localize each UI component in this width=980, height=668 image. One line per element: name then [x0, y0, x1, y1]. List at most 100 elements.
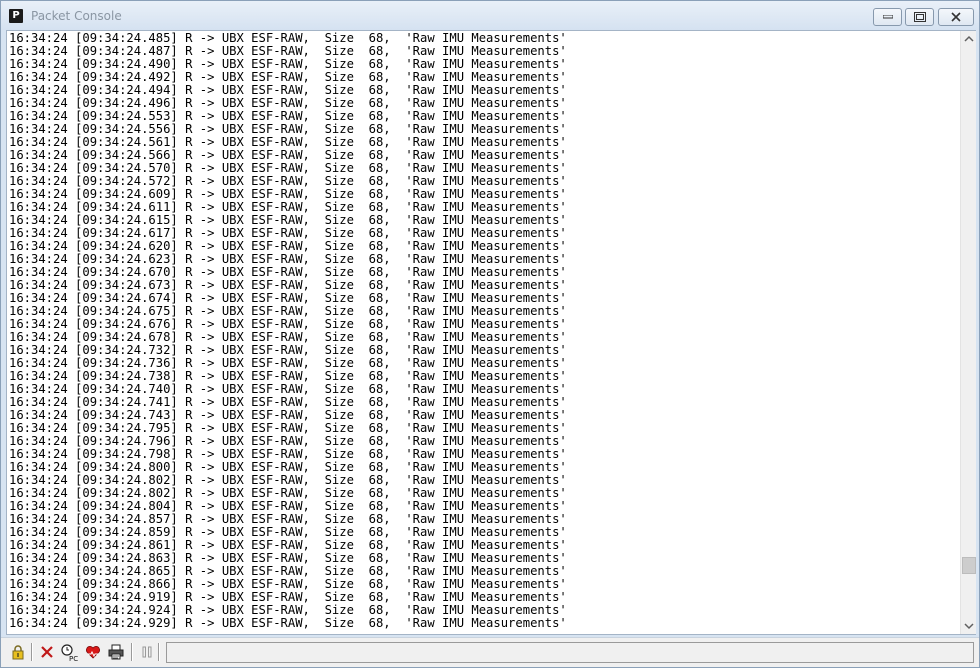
log-timestamp: [09:34:24.678]	[75, 330, 178, 344]
log-line: 16:34:24 [09:34:24.929] R -> UBX ESF-RAW…	[9, 617, 959, 630]
log-timestamp: [09:34:24.924]	[75, 603, 178, 617]
log-direction: R ->	[185, 460, 215, 474]
log-size: 68,	[368, 577, 391, 591]
log-timestamp: [09:34:24.561]	[75, 135, 178, 149]
log-direction: R ->	[185, 239, 215, 253]
pause-button[interactable]	[137, 642, 157, 662]
log-description: 'Raw IMU Measurements'	[405, 122, 567, 136]
log-size-label: Size	[324, 317, 354, 331]
log-size-label: Size	[324, 135, 354, 149]
log-direction: R ->	[185, 96, 215, 110]
log-direction: R ->	[185, 590, 215, 604]
log-description: 'Raw IMU Measurements'	[405, 577, 567, 591]
log-size: 68,	[368, 70, 391, 84]
log-size: 68,	[368, 499, 391, 513]
log-area[interactable]: 16:34:24 [09:34:24.485] R -> UBX ESF-RAW…	[6, 30, 976, 635]
log-size: 68,	[368, 174, 391, 188]
log-direction: R ->	[185, 356, 215, 370]
log-time: 16:34:24	[9, 408, 68, 422]
heart-icon	[86, 646, 100, 659]
log-size: 68,	[368, 187, 391, 201]
log-size: 68,	[368, 603, 391, 617]
close-icon	[951, 12, 961, 22]
log-size-label: Size	[324, 421, 354, 435]
log-message: UBX ESF-RAW,	[221, 122, 310, 136]
log-description: 'Raw IMU Measurements'	[405, 291, 567, 305]
title-bar[interactable]: P Packet Console	[1, 1, 979, 30]
log-size-label: Size	[324, 174, 354, 188]
log-time: 16:34:24	[9, 590, 68, 604]
pc-time-button[interactable]: PC	[59, 642, 79, 662]
log-message: UBX ESF-RAW,	[221, 265, 310, 279]
log-description: 'Raw IMU Measurements'	[405, 512, 567, 526]
log-description: 'Raw IMU Measurements'	[405, 395, 567, 409]
log-size-label: Size	[324, 187, 354, 201]
log-time: 16:34:24	[9, 44, 68, 58]
log-message: UBX ESF-RAW,	[221, 551, 310, 565]
log-message: UBX ESF-RAW,	[221, 226, 310, 240]
clear-icon	[41, 646, 53, 658]
log-description: 'Raw IMU Measurements'	[405, 187, 567, 201]
log-description: 'Raw IMU Measurements'	[405, 109, 567, 123]
log-time: 16:34:24	[9, 239, 68, 253]
log-message: UBX ESF-RAW,	[221, 590, 310, 604]
log-size: 68,	[368, 434, 391, 448]
log-direction: R ->	[185, 421, 215, 435]
toolbar-separator	[158, 643, 160, 661]
log-timestamp: [09:34:24.863]	[75, 551, 178, 565]
log-timestamp: [09:34:24.675]	[75, 304, 178, 318]
log-size-label: Size	[324, 148, 354, 162]
log-timestamp: [09:34:24.740]	[75, 382, 178, 396]
log-direction: R ->	[185, 512, 215, 526]
log-description: 'Raw IMU Measurements'	[405, 57, 567, 71]
log-direction: R ->	[185, 213, 215, 227]
scroll-up-button[interactable]	[961, 31, 977, 47]
log-size: 68,	[368, 226, 391, 240]
log-message: UBX ESF-RAW,	[221, 200, 310, 214]
maximize-button[interactable]	[905, 8, 934, 26]
log-message: UBX ESF-RAW,	[221, 304, 310, 318]
log-description: 'Raw IMU Measurements'	[405, 408, 567, 422]
log-size-label: Size	[324, 278, 354, 292]
minimize-button[interactable]	[873, 8, 902, 26]
log-direction: R ->	[185, 603, 215, 617]
scroll-down-button[interactable]	[961, 618, 977, 634]
toolbar-separator	[131, 643, 133, 661]
log-timestamp: [09:34:24.919]	[75, 590, 178, 604]
log-size-label: Size	[324, 213, 354, 227]
log-timestamp: [09:34:24.492]	[75, 70, 178, 84]
log-size-label: Size	[324, 356, 354, 370]
log-description: 'Raw IMU Measurements'	[405, 603, 567, 617]
log-size-label: Size	[324, 473, 354, 487]
heart-button[interactable]	[83, 642, 103, 662]
log-size: 68,	[368, 44, 391, 58]
log-description: 'Raw IMU Measurements'	[405, 564, 567, 578]
log-size: 68,	[368, 278, 391, 292]
close-button[interactable]	[938, 8, 974, 26]
log-direction: R ->	[185, 83, 215, 97]
print-button[interactable]	[106, 642, 126, 662]
log-time: 16:34:24	[9, 616, 68, 630]
log-message: UBX ESF-RAW,	[221, 317, 310, 331]
log-description: 'Raw IMU Measurements'	[405, 148, 567, 162]
log-timestamp: [09:34:24.623]	[75, 252, 178, 266]
log-direction: R ->	[185, 616, 215, 630]
scroll-thumb[interactable]	[962, 556, 976, 574]
svg-text:PC: PC	[69, 655, 78, 662]
log-size-label: Size	[324, 252, 354, 266]
log-description: 'Raw IMU Measurements'	[405, 226, 567, 240]
log-size: 68,	[368, 239, 391, 253]
log-direction: R ->	[185, 486, 215, 500]
vertical-scrollbar[interactable]	[960, 31, 976, 634]
log-size: 68,	[368, 408, 391, 422]
log-size: 68,	[368, 252, 391, 266]
log-message: UBX ESF-RAW,	[221, 447, 310, 461]
log-size-label: Size	[324, 122, 354, 136]
log-timestamp: [09:34:24.611]	[75, 200, 178, 214]
clear-button[interactable]	[37, 642, 57, 662]
lock-button[interactable]	[8, 642, 28, 662]
log-size: 68,	[368, 330, 391, 344]
log-message: UBX ESF-RAW,	[221, 83, 310, 97]
log-description: 'Raw IMU Measurements'	[405, 486, 567, 500]
log-timestamp: [09:34:24.796]	[75, 434, 178, 448]
